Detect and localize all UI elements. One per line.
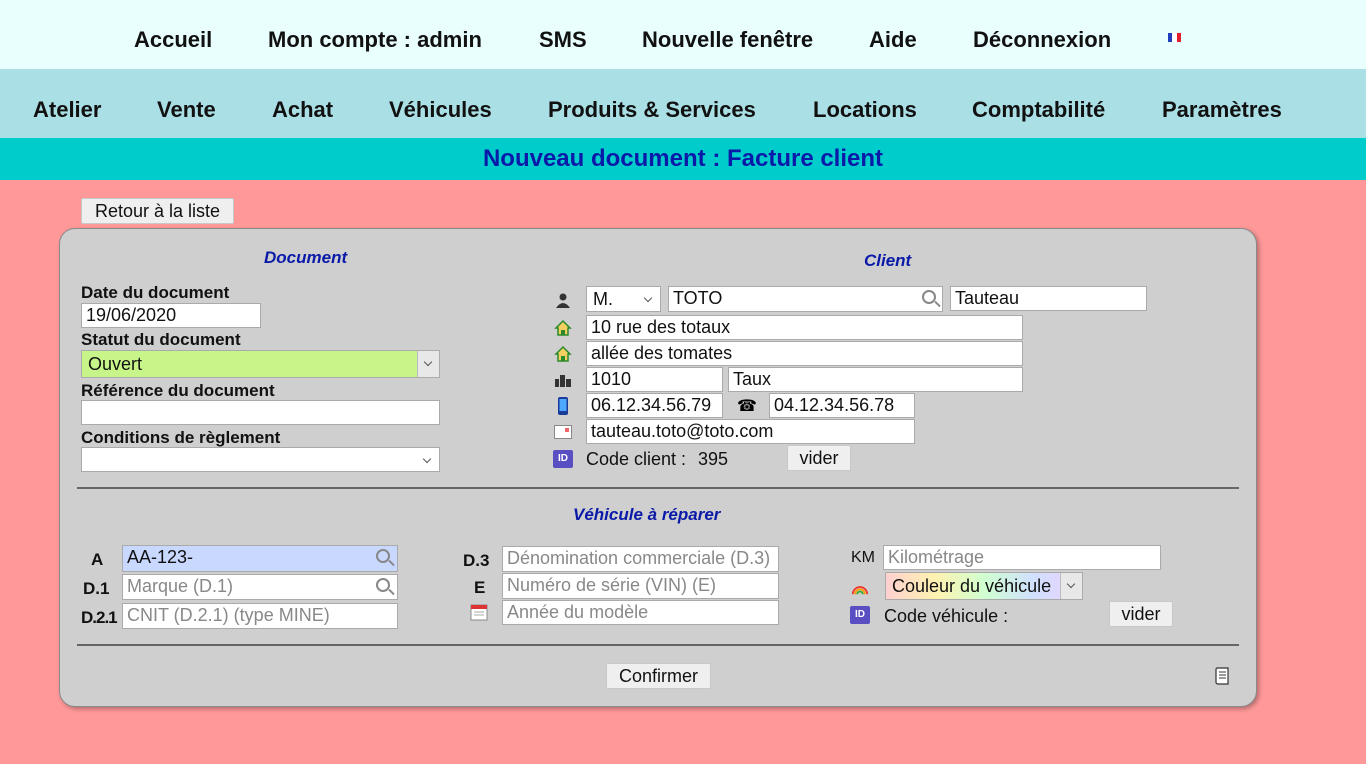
vehicle-label-a: A bbox=[91, 550, 104, 569]
id-icon: ID bbox=[850, 606, 870, 624]
menu-workshop[interactable]: Atelier bbox=[33, 97, 101, 123]
client-civility-value: M. bbox=[593, 289, 613, 309]
menu-settings[interactable]: Paramètres bbox=[1162, 97, 1282, 123]
client-address1-input[interactable]: 10 rue des totaux bbox=[586, 315, 1023, 340]
menu-sms[interactable]: SMS bbox=[539, 27, 587, 53]
chevron-down-icon bbox=[638, 287, 660, 311]
vehicle-label-e: E bbox=[474, 578, 486, 597]
confirm-button[interactable]: Confirmer bbox=[606, 663, 711, 689]
divider bbox=[77, 644, 1239, 646]
id-icon: ID bbox=[553, 450, 573, 468]
client-lastname-input[interactable]: TOTO bbox=[668, 286, 943, 312]
menu-vehicles[interactable]: Véhicules bbox=[389, 97, 492, 123]
menu-sale[interactable]: Vente bbox=[157, 97, 216, 123]
menu-home[interactable]: Accueil bbox=[134, 27, 212, 53]
menu-purchase[interactable]: Achat bbox=[272, 97, 333, 123]
person-icon bbox=[554, 291, 572, 309]
client-postcode-input[interactable]: 1010 bbox=[586, 367, 723, 392]
vehicle-color-select[interactable]: Couleur du véhicule bbox=[885, 572, 1083, 600]
form-panel: Document Date du document 19/06/2020 Sta… bbox=[59, 228, 1257, 707]
mobile-phone-icon bbox=[554, 397, 572, 415]
vehicle-label-d1: D.1 bbox=[83, 579, 110, 598]
back-to-list-button[interactable]: Retour à la liste bbox=[81, 198, 234, 224]
payment-terms-label: Conditions de règlement bbox=[81, 428, 281, 447]
vehicle-mileage-input[interactable]: Kilométrage bbox=[883, 545, 1161, 570]
client-mobile-input[interactable]: 06.12.34.56.79 bbox=[586, 393, 723, 418]
client-email-input[interactable]: tauteau.toto@toto.com bbox=[586, 419, 915, 444]
search-icon[interactable] bbox=[376, 578, 390, 592]
vehicle-label-d3: D.3 bbox=[463, 551, 490, 570]
vehicle-label-d21: D.2.1 bbox=[81, 608, 118, 627]
document-status-value: Ouvert bbox=[88, 354, 143, 374]
menu-logout[interactable]: Déconnexion bbox=[973, 27, 1111, 53]
menu-account[interactable]: Mon compte : admin bbox=[268, 27, 482, 53]
email-icon bbox=[554, 423, 572, 441]
telephone-icon: ☎ bbox=[737, 398, 757, 415]
search-icon[interactable] bbox=[922, 290, 936, 304]
vehicle-code-label: Code véhicule : bbox=[884, 606, 1009, 626]
client-city-input[interactable]: Taux bbox=[728, 367, 1023, 392]
vehicle-model-year-input[interactable]: Année du modèle bbox=[502, 600, 779, 625]
house-icon bbox=[554, 345, 572, 363]
vehicle-label-km: KM bbox=[851, 549, 875, 566]
menu-help[interactable]: Aide bbox=[869, 27, 917, 53]
chevron-down-icon bbox=[417, 448, 439, 471]
menu-accounting[interactable]: Comptabilité bbox=[972, 97, 1105, 123]
calendar-icon bbox=[470, 603, 488, 621]
french-flag-icon[interactable] bbox=[1168, 33, 1181, 42]
client-phone-input[interactable]: 04.12.34.56.78 bbox=[769, 393, 915, 418]
main-menu-bar: Atelier Vente Achat Véhicules Produits &… bbox=[0, 69, 1366, 138]
vehicle-section-title: Véhicule à réparer bbox=[573, 505, 721, 524]
client-clear-button[interactable]: vider bbox=[787, 445, 851, 471]
client-code-label: Code client : bbox=[586, 449, 687, 469]
document-section-title: Document bbox=[264, 248, 348, 267]
vehicle-cnit-input[interactable]: CNIT (D.2.1) (type MINE) bbox=[122, 603, 398, 629]
city-buildings-icon bbox=[554, 371, 572, 389]
vehicle-plate-input[interactable]: AA-123- bbox=[122, 545, 398, 572]
client-code-value: 395 bbox=[698, 449, 729, 469]
scroll-document-icon[interactable] bbox=[1214, 667, 1232, 685]
document-reference-label: Référence du document bbox=[81, 381, 275, 400]
search-icon[interactable] bbox=[376, 549, 390, 563]
vehicle-commercial-name-input[interactable]: Dénomination commerciale (D.3) bbox=[502, 546, 779, 572]
page-title-bar: Nouveau document : Facture client bbox=[0, 138, 1366, 180]
payment-terms-select[interactable] bbox=[81, 447, 440, 472]
rainbow-icon bbox=[851, 578, 869, 596]
document-date-label: Date du document bbox=[81, 283, 230, 302]
chevron-down-icon bbox=[417, 351, 439, 377]
client-address2-input[interactable]: allée des tomates bbox=[586, 341, 1023, 366]
client-civility-select[interactable]: M. bbox=[586, 286, 661, 312]
document-date-input[interactable]: 19/06/2020 bbox=[81, 303, 261, 328]
menu-new-window[interactable]: Nouvelle fenêtre bbox=[642, 27, 813, 53]
vehicle-brand-input[interactable]: Marque (D.1) bbox=[122, 574, 398, 600]
menu-products[interactable]: Produits & Services bbox=[548, 97, 756, 123]
top-menu-bar: Accueil Mon compte : admin SMS Nouvelle … bbox=[0, 0, 1366, 69]
document-status-label: Statut du document bbox=[81, 330, 241, 349]
vehicle-vin-input[interactable]: Numéro de série (VIN) (E) bbox=[502, 573, 779, 599]
client-section-title: Client bbox=[864, 251, 912, 270]
document-status-select[interactable]: Ouvert bbox=[81, 350, 440, 378]
document-reference-input[interactable] bbox=[81, 400, 440, 425]
vehicle-color-value: Couleur du véhicule bbox=[892, 576, 1052, 596]
house-icon bbox=[554, 319, 572, 337]
menu-rentals[interactable]: Locations bbox=[813, 97, 917, 123]
vehicle-clear-button[interactable]: vider bbox=[1109, 601, 1173, 627]
chevron-down-icon bbox=[1060, 573, 1082, 599]
page-title: Nouveau document : Facture client bbox=[482, 145, 884, 172]
client-firstname-input[interactable]: Tauteau bbox=[950, 286, 1147, 311]
divider bbox=[77, 487, 1239, 489]
